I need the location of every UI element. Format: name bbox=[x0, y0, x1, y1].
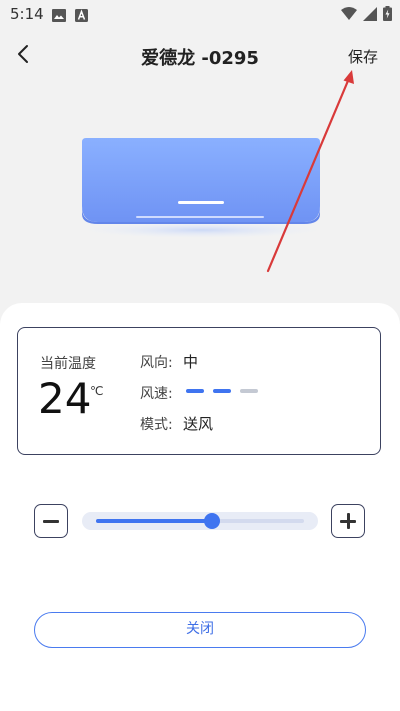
current-temp-value: 24 bbox=[38, 374, 92, 423]
page-title: 爱德龙 -0295 bbox=[141, 48, 259, 69]
temperature-slider[interactable] bbox=[82, 512, 318, 530]
minus-icon bbox=[43, 519, 59, 523]
wind-speed-label: 风速: bbox=[140, 386, 173, 402]
save-button[interactable]: 保存 bbox=[348, 46, 378, 67]
header: 爱德龙 -0295 保存 bbox=[0, 36, 400, 76]
mode-label: 模式: bbox=[140, 417, 173, 433]
current-temp-label: 当前温度 bbox=[40, 356, 96, 372]
a-square-icon bbox=[75, 7, 88, 26]
mode-value: 送风 bbox=[183, 415, 214, 433]
wind-speed-indicator bbox=[186, 389, 258, 393]
wifi-icon bbox=[341, 6, 357, 25]
decrease-button[interactable] bbox=[34, 504, 68, 538]
wind-speed-dash bbox=[240, 389, 258, 393]
air-conditioner-image bbox=[80, 138, 324, 246]
slider-thumb[interactable] bbox=[204, 513, 221, 529]
slider-rail bbox=[96, 513, 304, 529]
temp-unit: ℃ bbox=[90, 384, 104, 398]
battery-charging-icon bbox=[383, 6, 392, 25]
wind-direction-value: 中 bbox=[183, 353, 199, 371]
increase-button[interactable] bbox=[331, 504, 365, 538]
status-time: 5:14 bbox=[10, 5, 44, 23]
image-icon bbox=[52, 7, 66, 26]
slider-fill bbox=[96, 519, 213, 523]
close-button[interactable]: 关闭 bbox=[34, 612, 366, 648]
status-bar: 5:14 bbox=[0, 0, 400, 28]
wind-speed-dash bbox=[186, 389, 204, 393]
wind-speed-dash bbox=[213, 389, 231, 393]
wind-direction-label: 风向: bbox=[140, 355, 173, 371]
signal-icon bbox=[363, 6, 377, 25]
status-card: 当前温度 24 ℃ 风向: 中 风速: 模式: 送风 bbox=[17, 327, 381, 455]
